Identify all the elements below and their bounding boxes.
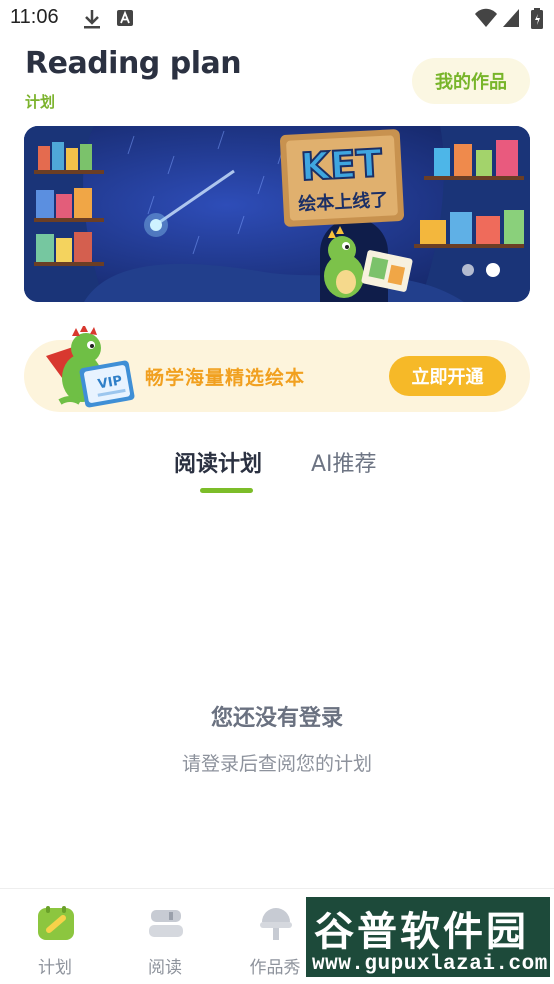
banner-illustration: KET 绘本上线了 bbox=[24, 126, 530, 302]
books-icon bbox=[148, 906, 184, 944]
wifi-icon bbox=[474, 8, 498, 32]
download-icon bbox=[82, 8, 102, 34]
battery-icon bbox=[530, 8, 544, 34]
nav-label-read: 阅读 bbox=[148, 958, 182, 978]
lamp-icon bbox=[258, 906, 294, 948]
nav-item-plan[interactable]: 计划 bbox=[0, 889, 110, 984]
page-subtitle: 计划 bbox=[25, 93, 56, 111]
status-time: 11:06 bbox=[10, 6, 59, 28]
my-works-button[interactable]: 我的作品 bbox=[412, 58, 530, 104]
watermark-url: www.gupuxlazai.com bbox=[312, 953, 548, 976]
banner-headline: KET bbox=[300, 141, 384, 189]
page-title: Reading plan bbox=[25, 46, 242, 81]
banner-carousel[interactable]: KET 绘本上线了 bbox=[24, 126, 530, 302]
promo-text: 畅学海量精选绘本 bbox=[145, 367, 306, 389]
activate-vip-button[interactable]: 立即开通 bbox=[389, 356, 506, 396]
empty-state-title: 您还没有登录 bbox=[210, 706, 343, 731]
text-a-icon bbox=[116, 8, 134, 32]
watermark-logo: 谷普软件园 www.gupuxlazai.com bbox=[304, 895, 552, 979]
carousel-dot-2-active[interactable] bbox=[486, 263, 500, 277]
empty-state-subtitle: 请登录后查阅您的计划 bbox=[181, 753, 372, 775]
carousel-dot-1[interactable] bbox=[462, 264, 474, 276]
tab-ai-recommend[interactable]: AI推荐 bbox=[311, 446, 377, 478]
nav-label-plan: 计划 bbox=[38, 958, 72, 978]
plan-icon bbox=[37, 906, 75, 946]
tab-reading-plan[interactable]: 阅读计划 bbox=[174, 446, 262, 478]
signal-icon bbox=[502, 8, 520, 32]
status-bar: 11:06 bbox=[0, 0, 554, 36]
nav-item-read[interactable]: 阅读 bbox=[110, 889, 220, 984]
tab-active-indicator bbox=[200, 488, 253, 493]
watermark-top: 谷普软件园 bbox=[314, 909, 529, 955]
vip-dino-mascot: VIP bbox=[36, 324, 140, 416]
